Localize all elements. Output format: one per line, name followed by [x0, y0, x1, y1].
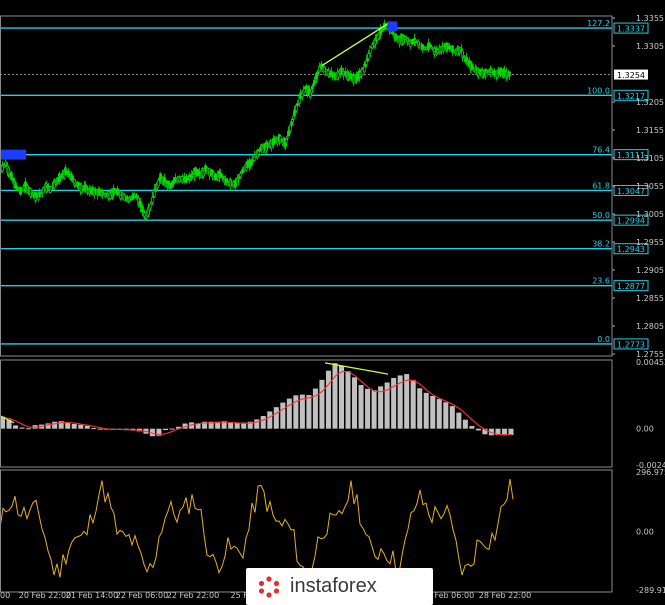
- price-tick-label: 1.2855: [636, 294, 664, 303]
- candle-body: [149, 203, 152, 209]
- candle-body: [508, 71, 511, 77]
- macd-bar: [338, 365, 345, 429]
- fib-level-label: 61.8: [592, 181, 610, 190]
- x-tick-label-partial: 00: [0, 591, 10, 600]
- macd-bar: [332, 363, 338, 429]
- cci-tick-label: 0.00: [636, 528, 654, 537]
- macd-bar: [84, 425, 90, 429]
- x-tick-label: 21 Feb 14:00: [66, 591, 118, 600]
- fib-level-label: 76.4: [592, 146, 610, 155]
- current-price-label: 1.3254: [617, 71, 645, 80]
- x-tick-label: 20 Feb 22:00: [19, 591, 71, 600]
- macd-bar: [280, 402, 286, 429]
- macd-bar: [423, 392, 429, 429]
- x-tick-label: 22 Feb 22:00: [167, 591, 219, 600]
- macd-bar: [71, 423, 77, 429]
- macd-bar: [410, 379, 416, 429]
- macd-bar: [430, 395, 436, 429]
- macd-bar: [462, 419, 468, 429]
- x-tick-label: 28 Feb 22:00: [479, 591, 531, 600]
- price-tick-label: 1.2905: [636, 266, 664, 275]
- price-tick-label: 1.3305: [636, 42, 664, 51]
- macd-tick-label: 0.00452: [636, 358, 665, 367]
- macd-bar: [169, 428, 175, 430]
- price-panel: 127.21.3337100.01.321776.41.311161.81.30…: [0, 19, 649, 350]
- macd-bar: [267, 411, 273, 429]
- macd-bar: [162, 428, 168, 431]
- macd-bar: [404, 374, 410, 429]
- chart-canvas: 127.21.3337100.01.321776.41.311161.81.30…: [0, 14, 665, 600]
- candle-body: [311, 86, 314, 89]
- x-tick-label: 22 Feb 06:00: [116, 591, 168, 600]
- macd-bar: [234, 422, 240, 429]
- cci-panel: [0, 479, 514, 578]
- macd-bar: [417, 388, 423, 429]
- price-tick-label: 1.3205: [636, 98, 664, 107]
- price-tick-label: 1.2955: [636, 238, 664, 247]
- panel-frame: [0, 359, 613, 468]
- fib-price-label: 1.2773: [617, 340, 645, 349]
- macd-bar: [273, 407, 279, 429]
- macd-bar: [26, 428, 32, 430]
- price-tick-label: 1.3005: [636, 210, 664, 219]
- candle-body: [286, 136, 289, 139]
- macd-bar: [306, 395, 312, 429]
- macd-bar: [378, 386, 384, 429]
- macd-bar: [449, 406, 455, 429]
- macd-tick-label: 0.00: [636, 425, 654, 434]
- macd-bar: [358, 385, 364, 429]
- blue-marker: [0, 149, 26, 160]
- macd-bar: [286, 398, 292, 429]
- cci-tick-label: 296.9756: [636, 468, 665, 477]
- cci-tick-label: -289.914: [636, 586, 665, 595]
- macd-bar: [13, 425, 19, 429]
- macd-panel: [0, 362, 514, 437]
- macd-bar: [325, 370, 331, 429]
- axis-layer: 1.3355 1.3305 1.3205 1.3155 1.3105 1.3055 1.30…: [0, 14, 665, 600]
- macd-bar: [91, 428, 97, 430]
- blue-marker: [387, 21, 398, 32]
- macd-bar: [19, 427, 25, 429]
- macd-bar: [52, 421, 58, 429]
- watermark-text: instaforex: [290, 575, 377, 597]
- price-tick-label: 1.3355: [636, 14, 664, 23]
- macd-bar: [345, 371, 351, 429]
- fib-level-label: 127.2: [587, 19, 610, 28]
- macd-bar: [436, 399, 442, 429]
- price-tick-label: 1.3055: [636, 182, 664, 191]
- price-tick-label: 1.3155: [636, 126, 664, 135]
- macd-bar: [319, 379, 325, 429]
- macd-bar: [78, 424, 84, 429]
- fib-level-label: 50.0: [592, 211, 610, 220]
- macd-bar: [65, 422, 71, 429]
- fib-level-label: 100.0: [587, 86, 610, 95]
- macd-bar: [443, 402, 449, 429]
- fib-price-label: 1.3337: [617, 25, 645, 34]
- macd-bar: [254, 419, 260, 429]
- cci-line: [0, 479, 514, 578]
- macd-bar: [352, 377, 358, 429]
- macd-bar: [371, 390, 377, 429]
- instaforex-logo: instaforex: [246, 568, 433, 605]
- trend-line: [321, 23, 389, 67]
- price-tick-label: 1.2805: [636, 322, 664, 331]
- macd-bar: [260, 416, 266, 429]
- fib-price-label: 1.2877: [617, 282, 645, 291]
- fib-level-label: 38.2: [592, 240, 610, 249]
- candle-body: [39, 194, 42, 196]
- macd-bar: [456, 412, 462, 429]
- instaforex-logo-icon: [258, 575, 280, 598]
- macd-bar: [365, 388, 371, 429]
- macd-bar: [475, 428, 481, 431]
- macd-bar: [228, 422, 234, 429]
- fib-level-label: 23.6: [592, 277, 610, 286]
- fib-level-label: 0.0: [597, 335, 610, 344]
- macd-bar: [469, 426, 475, 429]
- macd-bar: [97, 428, 103, 430]
- price-tick-label: 1.3105: [636, 154, 664, 163]
- candle-body: [367, 53, 370, 59]
